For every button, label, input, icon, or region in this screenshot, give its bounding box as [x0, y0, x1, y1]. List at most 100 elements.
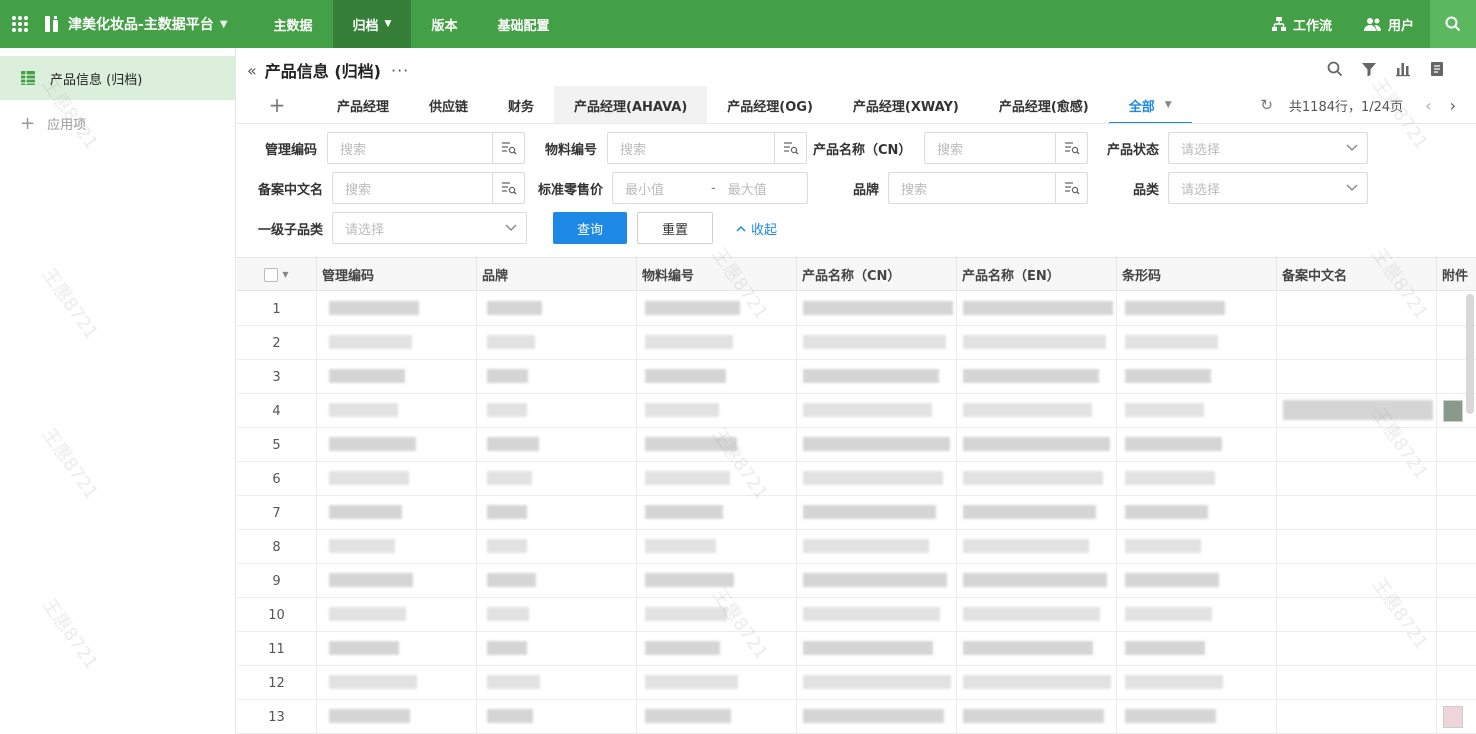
- column-header-name-en[interactable]: 产品名称（EN）: [957, 258, 1117, 291]
- table-cell[interactable]: [957, 598, 1117, 632]
- table-row[interactable]: 12: [237, 666, 1476, 700]
- table-row[interactable]: 4: [237, 394, 1476, 428]
- row-number[interactable]: 10: [237, 598, 317, 632]
- table-cell[interactable]: [797, 462, 957, 496]
- table-cell[interactable]: [317, 632, 477, 666]
- table-cell[interactable]: [957, 326, 1117, 360]
- table-cell[interactable]: [957, 428, 1117, 462]
- attachment-cell[interactable]: [1437, 496, 1476, 530]
- table-cell[interactable]: [1277, 428, 1437, 462]
- table-cell[interactable]: [1117, 700, 1277, 734]
- tab-product-manager-xway[interactable]: 产品经理(XWAY): [833, 86, 979, 124]
- status-select[interactable]: 请选择: [1168, 132, 1368, 164]
- table-cell[interactable]: [1277, 496, 1437, 530]
- table-cell[interactable]: [957, 666, 1117, 700]
- brand-search-input[interactable]: 搜索: [888, 172, 1088, 204]
- chevron-down-icon[interactable]: ▼: [220, 19, 228, 30]
- attachment-cell[interactable]: [1437, 462, 1476, 496]
- table-cell[interactable]: [637, 530, 797, 564]
- table-row[interactable]: 9: [237, 564, 1476, 598]
- table-cell[interactable]: [1277, 530, 1437, 564]
- table-row[interactable]: 1: [237, 292, 1476, 326]
- category-select[interactable]: 请选择: [1168, 172, 1368, 204]
- row-number[interactable]: 4: [237, 394, 317, 428]
- attachment-cell[interactable]: [1437, 598, 1476, 632]
- table-cell[interactable]: [317, 564, 477, 598]
- table-cell[interactable]: [317, 598, 477, 632]
- attachment-cell[interactable]: [1437, 564, 1476, 598]
- column-header-brand[interactable]: 品牌: [477, 258, 637, 291]
- table-cell[interactable]: [477, 428, 637, 462]
- table-row[interactable]: 5: [237, 428, 1476, 462]
- table-cell[interactable]: [477, 462, 637, 496]
- table-cell[interactable]: [637, 462, 797, 496]
- min-price-input[interactable]: 最小值: [613, 179, 699, 198]
- table-cell[interactable]: [1117, 394, 1277, 428]
- table-cell[interactable]: [477, 598, 637, 632]
- max-price-input[interactable]: 最大值: [728, 179, 814, 198]
- table-cell[interactable]: [797, 326, 957, 360]
- table-cell[interactable]: [1277, 360, 1437, 394]
- table-cell[interactable]: [1117, 462, 1277, 496]
- chart-icon[interactable]: [1394, 60, 1412, 78]
- record-name-search-input[interactable]: 搜索: [332, 172, 525, 204]
- table-cell[interactable]: [797, 428, 957, 462]
- next-page-icon[interactable]: ›: [1450, 96, 1456, 115]
- table-cell[interactable]: [957, 700, 1117, 734]
- tab-finance[interactable]: 财务: [488, 86, 554, 124]
- table-cell[interactable]: [957, 292, 1117, 326]
- table-cell[interactable]: [477, 496, 637, 530]
- column-header-mgmt-code[interactable]: 管理编码: [317, 258, 477, 291]
- table-cell[interactable]: [1277, 666, 1437, 700]
- table-cell[interactable]: [797, 496, 957, 530]
- column-header-record-name[interactable]: 备案中文名: [1277, 258, 1437, 291]
- table-cell[interactable]: [1117, 428, 1277, 462]
- sidebar-item-product-info-archive[interactable]: 产品信息 (归档): [0, 56, 236, 100]
- table-cell[interactable]: [1277, 564, 1437, 598]
- prev-page-icon[interactable]: ‹: [1425, 96, 1431, 115]
- table-cell[interactable]: [317, 428, 477, 462]
- attachment-cell[interactable]: [1437, 428, 1476, 462]
- row-number[interactable]: 8: [237, 530, 317, 564]
- table-cell[interactable]: [477, 530, 637, 564]
- row-number[interactable]: 2: [237, 326, 317, 360]
- table-cell[interactable]: [1277, 394, 1437, 428]
- tab-all[interactable]: 全部 ▼: [1108, 88, 1192, 124]
- row-number[interactable]: 3: [237, 360, 317, 394]
- table-cell[interactable]: [637, 632, 797, 666]
- table-cell[interactable]: [1277, 598, 1437, 632]
- table-cell[interactable]: [317, 462, 477, 496]
- tab-product-manager-ahava[interactable]: 产品经理(AHAVA): [554, 86, 708, 124]
- table-cell[interactable]: [317, 326, 477, 360]
- table-row[interactable]: 8: [237, 530, 1476, 564]
- table-cell[interactable]: [1117, 666, 1277, 700]
- table-cell[interactable]: [317, 530, 477, 564]
- more-options-icon[interactable]: ···: [391, 61, 409, 80]
- search-icon[interactable]: [1326, 60, 1344, 78]
- reset-button[interactable]: 重置: [637, 212, 713, 244]
- app-title[interactable]: 津美化妆品-主数据平台: [68, 14, 214, 34]
- search-list-icon[interactable]: [774, 133, 806, 163]
- users-button[interactable]: 用户: [1348, 15, 1430, 34]
- table-cell[interactable]: [1277, 632, 1437, 666]
- nav-main-data[interactable]: 主数据: [254, 0, 333, 48]
- attachment-cell[interactable]: [1437, 666, 1476, 700]
- sub-category-select[interactable]: 请选择: [332, 212, 527, 244]
- table-cell[interactable]: [477, 700, 637, 734]
- chevron-down-icon[interactable]: ▼: [282, 270, 288, 279]
- table-cell[interactable]: [1117, 326, 1277, 360]
- row-number[interactable]: 5: [237, 428, 317, 462]
- table-cell[interactable]: [1117, 496, 1277, 530]
- table-cell[interactable]: [1277, 462, 1437, 496]
- table-cell[interactable]: [477, 632, 637, 666]
- row-number[interactable]: 1: [237, 292, 317, 326]
- table-cell[interactable]: [637, 700, 797, 734]
- table-row[interactable]: 2: [237, 326, 1476, 360]
- table-cell[interactable]: [637, 292, 797, 326]
- collapse-filters-link[interactable]: 收起: [735, 219, 777, 238]
- refresh-icon[interactable]: ↻: [1260, 96, 1273, 114]
- table-cell[interactable]: [637, 564, 797, 598]
- table-cell[interactable]: [477, 564, 637, 598]
- table-cell[interactable]: [317, 394, 477, 428]
- table-row[interactable]: 3: [237, 360, 1476, 394]
